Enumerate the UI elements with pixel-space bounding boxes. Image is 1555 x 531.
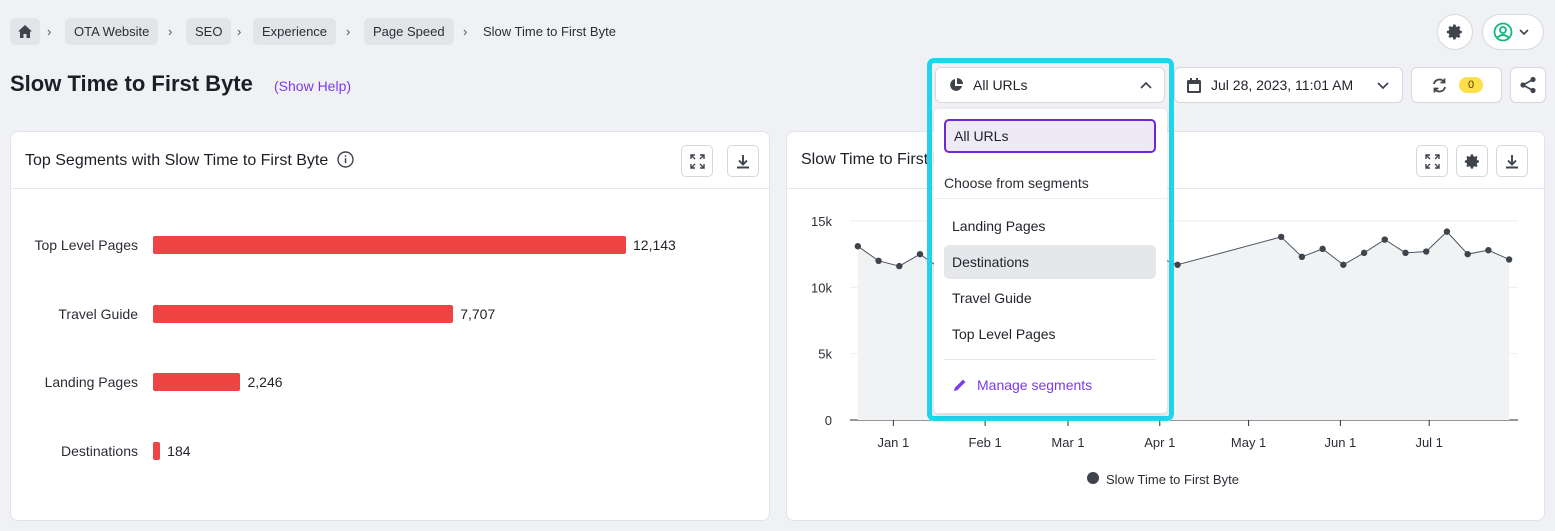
data-point: [854, 243, 862, 250]
data-point: [896, 262, 903, 270]
dropdown-option[interactable]: Landing Pages: [944, 209, 1156, 243]
x-tick-label: Apr 1: [1144, 435, 1175, 450]
dropdown-option[interactable]: Destinations: [944, 245, 1156, 279]
x-tick-label: May 1: [1231, 435, 1266, 450]
data-point: [1340, 261, 1347, 268]
data-point: [1319, 245, 1326, 253]
dropdown-divider: [944, 359, 1156, 360]
line-chart: 15k 10k 5k 0 Jan 1 Feb 1 Mar 1 Apr 1 May 1 Jun 1 J…: [811, 214, 1518, 487]
data-point: [1360, 249, 1368, 257]
data-point: [1402, 249, 1409, 257]
x-tick-label: Jun 1: [1324, 435, 1356, 450]
dropdown-section-header: Choose from segments: [944, 175, 1089, 191]
dropdown-divider: [934, 198, 1167, 199]
legend-label: Slow Time to First Byte: [1106, 472, 1239, 487]
data-point: [1443, 228, 1451, 235]
data-point: [1423, 248, 1430, 255]
x-tick-label: Mar 1: [1051, 435, 1084, 450]
data-point: [1174, 261, 1181, 268]
data-point: [1464, 250, 1471, 258]
data-point: [1485, 246, 1492, 254]
dropdown-option[interactable]: Travel Guide: [944, 281, 1156, 315]
y-tick-label: 0: [825, 413, 832, 428]
segment-dropdown-menu: All URLs Choose from segments Landing Pa…: [934, 109, 1167, 413]
manage-segments-link[interactable]: Manage segments: [952, 377, 1092, 393]
pencil-icon: [954, 379, 966, 391]
data-point: [1381, 236, 1388, 243]
x-tick-label: Feb 1: [969, 435, 1002, 450]
data-point: [1505, 256, 1513, 263]
y-tick-label: 15k: [811, 214, 832, 229]
x-tick-label: Jan 1: [877, 435, 909, 450]
data-point: [1298, 253, 1306, 261]
dropdown-option[interactable]: Top Level Pages: [944, 317, 1156, 351]
legend-marker: [1087, 472, 1099, 484]
dropdown-option-all-urls[interactable]: All URLs: [944, 119, 1156, 153]
manage-segments-label: Manage segments: [977, 377, 1093, 393]
y-tick-label: 5k: [818, 347, 832, 362]
x-tick-label: Jul 1: [1415, 435, 1442, 450]
y-tick-label: 10k: [811, 280, 832, 295]
data-point: [1277, 233, 1285, 241]
data-point: [916, 250, 924, 258]
data-point: [875, 257, 882, 264]
